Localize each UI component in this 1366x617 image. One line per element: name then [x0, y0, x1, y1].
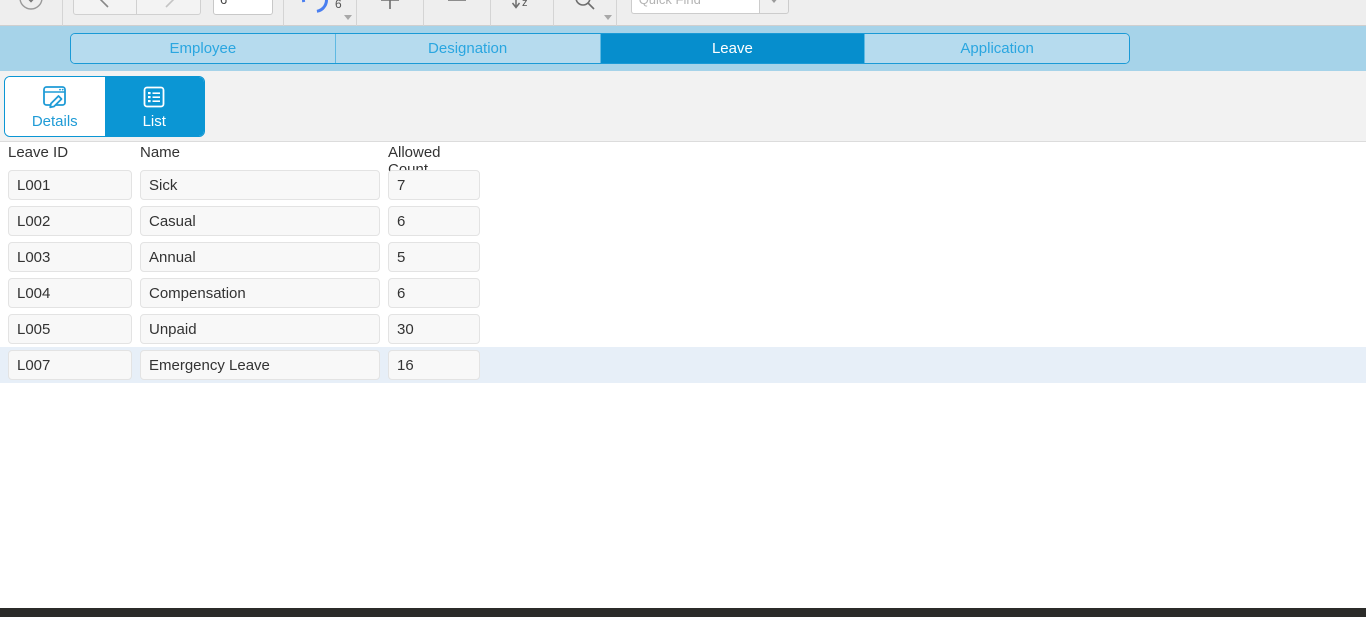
quick-find-input[interactable]: [630, 0, 759, 14]
record-navigation-group: [63, 0, 283, 26]
tab-application-label: Application: [960, 40, 1034, 57]
sort-descending-icon: z: [511, 0, 528, 9]
view-mode-group: Details List: [4, 76, 205, 137]
quick-find-group: [617, 0, 789, 26]
view-mode-bar: Details List: [0, 71, 1366, 142]
loading-ring-icon: [296, 0, 334, 18]
subtab-details[interactable]: Details: [5, 77, 105, 136]
tab-application[interactable]: Application: [865, 34, 1129, 63]
search-button[interactable]: [554, 0, 616, 26]
tab-employee[interactable]: Employee: [71, 34, 336, 63]
svg-text:z: z: [522, 0, 528, 9]
chevron-down-icon: [603, 14, 612, 20]
cell-name[interactable]: Compensation: [140, 278, 380, 308]
remove-record-button[interactable]: [424, 0, 490, 26]
tab-designation[interactable]: Designation: [335, 34, 601, 63]
cell-allowed-count[interactable]: 16: [388, 350, 480, 380]
minus-icon: [447, 0, 466, 1]
chevron-left-icon: [100, 0, 109, 8]
chevron-right-icon: [164, 0, 174, 8]
table-row[interactable]: L001 Sick 7: [0, 167, 1366, 203]
history-dropdown-button[interactable]: [0, 0, 62, 26]
leave-list-grid: Leave ID Name Allowed Count L001 Sick 7 …: [0, 142, 1366, 383]
record-count-indicator[interactable]: 6: [284, 0, 356, 26]
subtab-details-label: Details: [31, 112, 78, 130]
cell-allowed-count[interactable]: 30: [388, 314, 480, 344]
cell-allowed-count[interactable]: 6: [388, 278, 480, 308]
tab-leave[interactable]: Leave: [600, 34, 866, 63]
cell-allowed-count[interactable]: 5: [388, 242, 480, 272]
window-edit-icon: [41, 84, 69, 110]
cell-name[interactable]: Sick: [140, 170, 380, 200]
table-row[interactable]: L004 Compensation 6: [0, 275, 1366, 311]
subtab-list-label: List: [142, 112, 166, 130]
record-page-input[interactable]: [213, 0, 273, 15]
table-row[interactable]: L002 Casual 6: [0, 203, 1366, 239]
tab-leave-label: Leave: [711, 40, 753, 57]
cell-leave-id[interactable]: L005: [8, 314, 132, 344]
cell-name[interactable]: Annual: [140, 242, 380, 272]
cell-name[interactable]: Casual: [140, 206, 380, 236]
table-row[interactable]: L007 Emergency Leave 16: [0, 347, 1366, 383]
application-toolbar: 6 z: [0, 0, 1366, 26]
cell-leave-id[interactable]: L002: [8, 206, 132, 236]
quick-find-dropdown-button[interactable]: [758, 0, 789, 14]
subtab-list[interactable]: List: [104, 77, 204, 136]
next-record-button[interactable]: [137, 0, 201, 15]
plus-icon: [380, 0, 399, 9]
add-record-button[interactable]: [357, 0, 423, 26]
chevron-down-icon: [768, 0, 779, 3]
column-header-name: Name: [140, 144, 181, 161]
chevron-down-circle-icon: [17, 0, 45, 16]
cell-name[interactable]: Emergency Leave: [140, 350, 380, 380]
cell-leave-id[interactable]: L004: [8, 278, 132, 308]
module-tab-segmented-control: Employee Designation Leave Application: [70, 33, 1130, 64]
tab-designation-label: Designation: [428, 40, 508, 57]
cell-allowed-count[interactable]: 7: [388, 170, 480, 200]
bottom-status-bar: [0, 608, 1366, 617]
grid-header-row: Leave ID Name Allowed Count: [0, 142, 1366, 178]
tab-employee-label: Employee: [169, 40, 237, 57]
previous-record-button[interactable]: [73, 0, 137, 15]
search-icon: [575, 0, 595, 10]
chevron-down-icon: [343, 14, 352, 20]
column-header-leave-id: Leave ID: [8, 144, 69, 161]
cell-leave-id[interactable]: L001: [8, 170, 132, 200]
cell-leave-id[interactable]: L007: [8, 350, 132, 380]
sort-button[interactable]: z: [491, 0, 553, 26]
cell-name[interactable]: Unpaid: [140, 314, 380, 344]
cell-allowed-count[interactable]: 6: [388, 206, 480, 236]
cell-leave-id[interactable]: L003: [8, 242, 132, 272]
table-row[interactable]: L003 Annual 5: [0, 239, 1366, 275]
module-tab-bar: Employee Designation Leave Application: [0, 26, 1366, 71]
table-row[interactable]: L005 Unpaid 30: [0, 311, 1366, 347]
record-count-label: 6: [335, 0, 342, 11]
list-icon: [141, 84, 167, 110]
